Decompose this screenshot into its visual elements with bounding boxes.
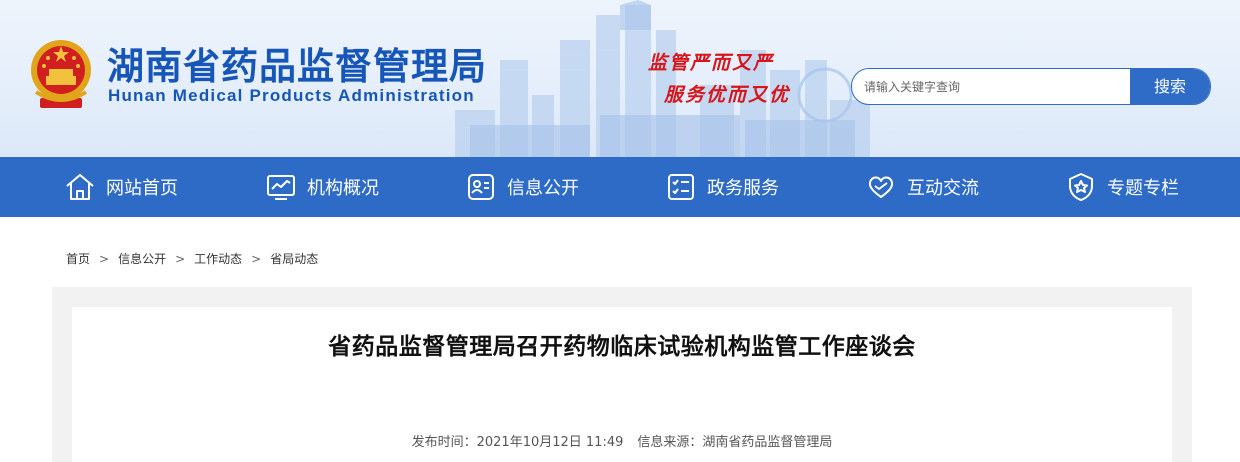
id-card-icon [468,174,494,200]
breadcrumb-work-news[interactable]: 工作动态 [194,252,242,266]
search-box: 搜索 [851,68,1211,105]
nav-item-services[interactable]: 政务服务 [665,157,779,217]
breadcrumb-bureau-news[interactable]: 省局动态 [270,252,318,266]
heart-hands-icon [868,176,894,198]
nav-item-label: 网站首页 [106,178,178,199]
publish-time: 2021年10月12日 11:49 [476,435,624,450]
checklist-icon [668,174,694,200]
site-title: 湖南省药品监督管理局 [107,45,487,88]
article-title: 省药品监督管理局召开药物临床试验机构监管工作座谈会 [328,334,916,360]
nav-item-about[interactable]: 机构概况 [265,157,379,217]
nav-item-label: 互动交流 [907,178,979,199]
main-nav: 网站首页 机构概况 信息公开 政务服务 互动交流 专题专栏 [0,157,1240,217]
search-button[interactable]: 搜索 [1130,69,1210,104]
nav-item-label: 机构概况 [307,178,379,199]
monitor-chart-icon [267,175,295,200]
national-emblem-icon [31,40,91,108]
nav-item-info[interactable]: 信息公开 [465,157,579,217]
site-header: 湖南省药品监督管理局 Hunan Medical Products Admini… [0,0,1240,157]
breadcrumb-separator: > [175,252,186,266]
nav-item-label: 信息公开 [507,178,579,199]
home-icon [66,174,94,200]
shield-star-icon [1069,173,1093,201]
publish-time-label: 发布时间： [411,435,477,450]
nav-item-label: 政务服务 [707,178,779,199]
slogan-line-1: 监管严而又严 [648,52,775,74]
nav-item-home[interactable]: 网站首页 [64,157,178,217]
breadcrumb-separator: > [99,252,110,266]
source-label: 信息来源： [637,435,703,450]
article-panel: 省药品监督管理局召开药物临床试验机构监管工作座谈会 发布时间：2021年10月1… [72,307,1172,462]
nav-item-topics[interactable]: 专题专栏 [1065,157,1179,217]
breadcrumb-home[interactable]: 首页 [66,252,90,266]
search-input[interactable] [852,69,1124,104]
breadcrumb-info[interactable]: 信息公开 [118,252,166,266]
site-subtitle: Hunan Medical Products Administration [108,86,475,105]
breadcrumb: 首页 > 信息公开 > 工作动态 > 省局动态 [66,250,318,267]
source-value: 湖南省药品监督管理局 [702,435,833,450]
nav-item-interaction[interactable]: 互动交流 [865,157,979,217]
article-meta: 发布时间：2021年10月12日 11:49 信息来源：湖南省药品监督管理局 [72,431,1172,450]
nav-item-label: 专题专栏 [1107,178,1179,199]
slogan-line-2: 服务优而又优 [664,84,791,106]
breadcrumb-separator: > [251,252,262,266]
